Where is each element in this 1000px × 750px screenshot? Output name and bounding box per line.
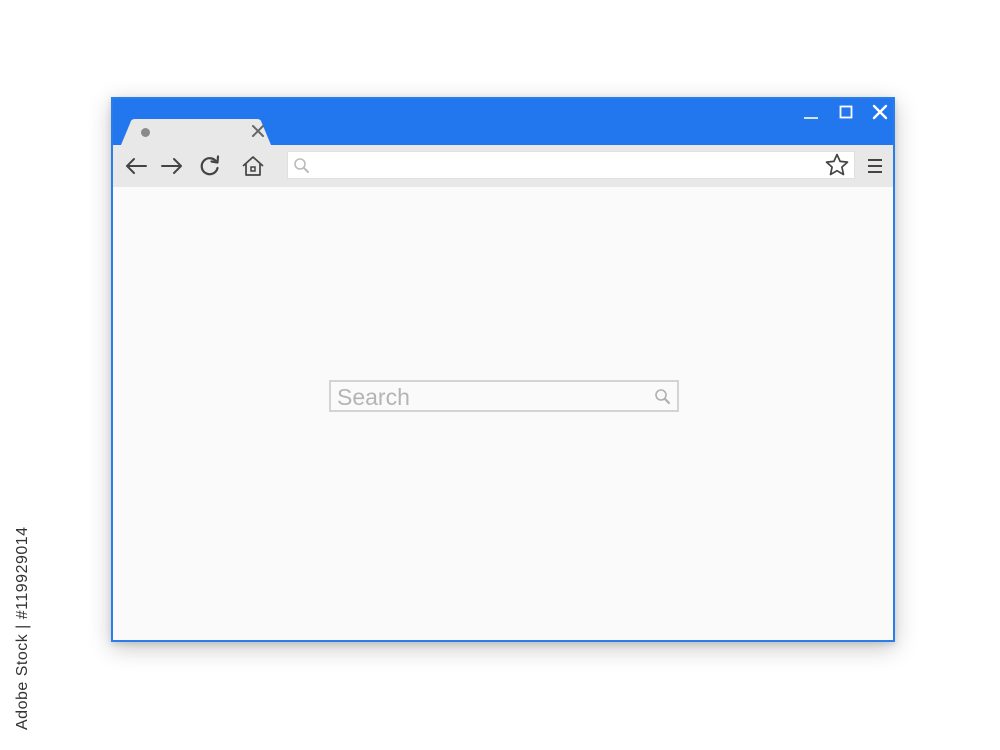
stock-id-text: Adobe Stock | #119929014 xyxy=(14,526,31,730)
address-input[interactable] xyxy=(316,154,820,178)
maximize-icon[interactable] xyxy=(832,101,860,123)
arrow-left-icon[interactable] xyxy=(123,154,149,178)
browser-tab[interactable] xyxy=(121,119,271,145)
close-icon[interactable] xyxy=(866,101,894,123)
title-bar xyxy=(113,99,893,145)
search-icon[interactable] xyxy=(653,387,673,407)
tab-dot-icon xyxy=(141,128,150,137)
browser-window xyxy=(111,97,895,642)
address-bar[interactable] xyxy=(287,151,855,179)
home-icon[interactable] xyxy=(240,154,266,178)
stage: Adobe Stock | #119929014 xyxy=(0,0,1000,750)
arrow-right-icon[interactable] xyxy=(159,154,185,178)
minimize-icon[interactable] xyxy=(797,101,825,123)
toolbar xyxy=(113,145,893,187)
page-content xyxy=(113,187,893,640)
search-icon xyxy=(292,156,312,176)
star-icon[interactable] xyxy=(823,152,851,178)
page-search-input[interactable] xyxy=(335,383,639,411)
page-search-box[interactable] xyxy=(329,380,679,412)
reload-icon[interactable] xyxy=(197,154,223,178)
tab-close-icon[interactable] xyxy=(249,122,267,140)
hamburger-menu-icon[interactable] xyxy=(863,154,887,178)
